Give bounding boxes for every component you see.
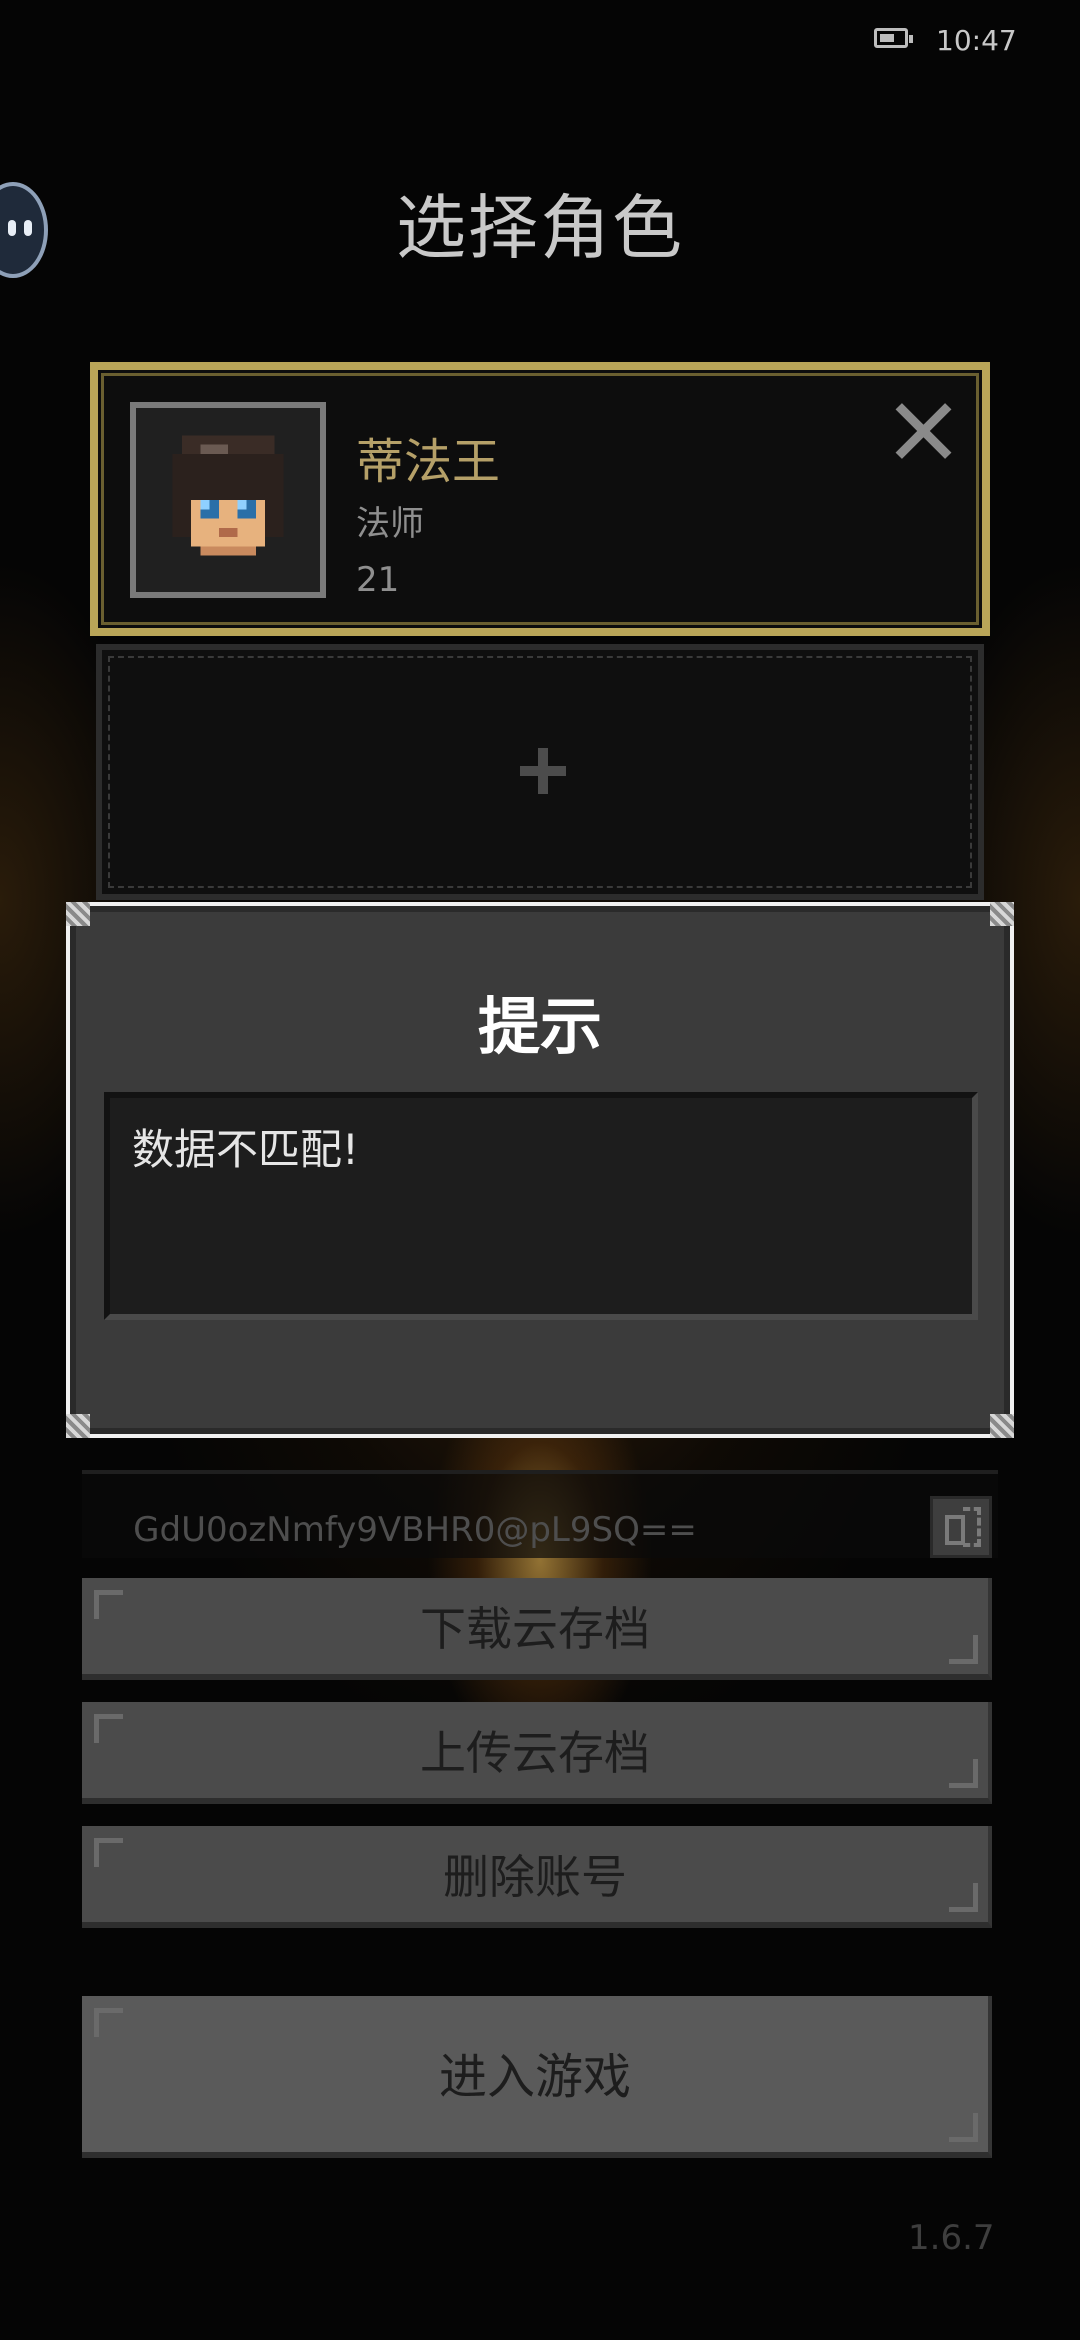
corner-ornament (66, 902, 90, 926)
status-bar: 10:47 (0, 22, 1080, 62)
dialog-title: 提示 (477, 990, 602, 1063)
character-avatar-icon (172, 435, 284, 556)
character-name: 蒂法王 (356, 434, 501, 490)
page-title: 选择角色 (396, 187, 684, 269)
account-id: GdU0ozNmfy9VBHR0@pL9SQ== (133, 1510, 697, 1550)
alert-dialog: 提示 数据不匹配! (66, 902, 1014, 1438)
empty-character-slot[interactable] (96, 644, 984, 900)
corner-ornament (990, 902, 1014, 926)
plus-icon (520, 748, 566, 794)
character-level: 21 (356, 560, 400, 600)
delete-character-close-icon[interactable] (892, 400, 954, 462)
corner-ornament (990, 1414, 1014, 1438)
download-cloud-save-button[interactable]: 下载云存档 (82, 1578, 992, 1680)
dialog-message: 数据不匹配! (132, 1125, 359, 1174)
upload-cloud-save-button[interactable]: 上传云存档 (82, 1702, 992, 1804)
dialog-message-box: 数据不匹配! (104, 1092, 978, 1320)
status-time: 10:47 (936, 24, 1017, 57)
character-class: 法师 (356, 504, 424, 544)
battery-icon (874, 28, 913, 48)
enter-game-button[interactable]: 进入游戏 (82, 1996, 992, 2158)
character-portrait (130, 402, 326, 598)
corner-ornament (66, 1414, 90, 1438)
version-label: 1.6.7 (908, 2218, 995, 2258)
character-card[interactable]: 蒂法王 法师 21 (90, 362, 990, 636)
delete-account-button[interactable]: 删除账号 (82, 1826, 992, 1928)
copy-icon[interactable] (930, 1496, 992, 1558)
